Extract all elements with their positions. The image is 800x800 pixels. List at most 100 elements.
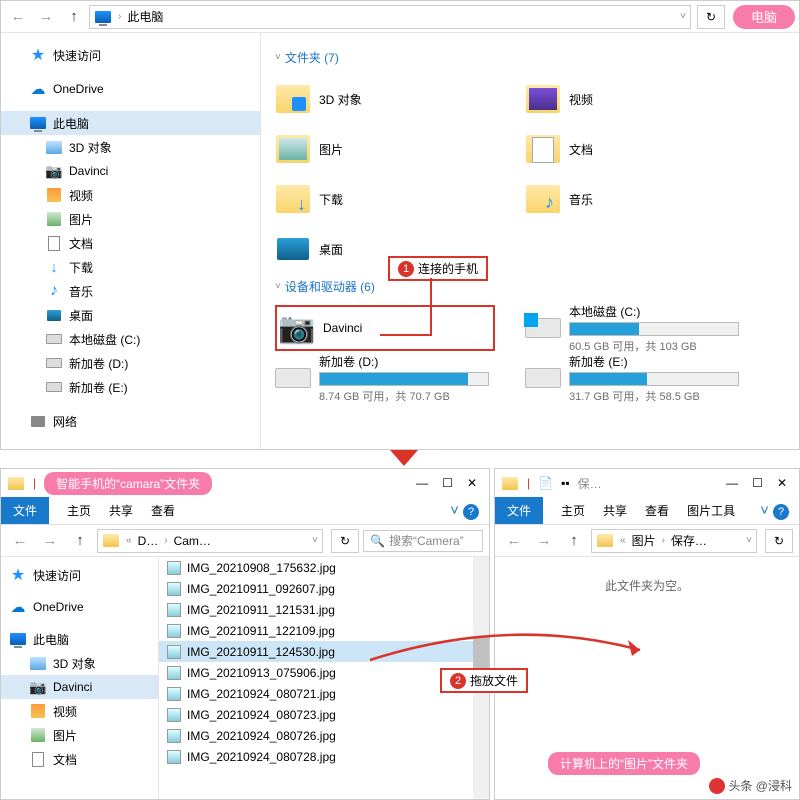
- drive-e[interactable]: 新加卷 (E:)31.7 GB 可用，共 58.5 GB: [525, 355, 745, 401]
- sidebar-desktop[interactable]: 桌面: [1, 303, 260, 327]
- back-button[interactable]: ←: [7, 528, 33, 554]
- path-segment[interactable]: 图片: [632, 532, 656, 549]
- camera-icon: 📷: [278, 311, 315, 346]
- folder-music[interactable]: 音乐: [525, 176, 745, 222]
- tab-view[interactable]: 查看: [151, 502, 175, 519]
- sidebar-3d-objects[interactable]: 3D 对象: [1, 651, 158, 675]
- file-row[interactable]: IMG_20210924_080728.jpg: [159, 746, 489, 767]
- section-folders[interactable]: ˅文件夹 (7): [275, 49, 785, 66]
- up-button[interactable]: ↑: [561, 528, 587, 554]
- image-file-icon: [167, 708, 181, 722]
- sidebar-downloads[interactable]: ↓下载: [1, 255, 260, 279]
- refresh-button[interactable]: ↻: [765, 529, 793, 553]
- up-button[interactable]: ↑: [67, 528, 93, 554]
- cloud-icon: ☁: [9, 598, 27, 616]
- tab-file[interactable]: 文件: [495, 497, 543, 524]
- forward-button[interactable]: →: [531, 528, 557, 554]
- help-icon[interactable]: ?: [463, 504, 479, 520]
- up-button[interactable]: ↑: [61, 4, 87, 30]
- folder-videos[interactable]: 视频: [525, 76, 745, 122]
- sidebar-drive-c[interactable]: 本地磁盘 (C:): [1, 327, 260, 351]
- help-icon[interactable]: ?: [773, 504, 789, 520]
- path-segment[interactable]: Cam…: [174, 534, 211, 548]
- search-input[interactable]: 🔍搜索“Camera”: [363, 530, 483, 552]
- tab-home[interactable]: 主页: [561, 502, 585, 519]
- tab-view[interactable]: 查看: [645, 502, 669, 519]
- path-box[interactable]: « 图片› 保存… ˅: [591, 529, 757, 553]
- path-segment[interactable]: D…: [138, 534, 159, 548]
- sidebar-network[interactable]: 网络: [1, 409, 260, 433]
- maximize-button[interactable]: ☐: [442, 476, 453, 490]
- annotation-camera-folder: 智能手机的“camara”文件夹: [44, 472, 212, 495]
- sidebar-quick-access[interactable]: ★快速访问: [1, 43, 260, 67]
- minimize-button[interactable]: —: [726, 476, 738, 490]
- image-file-icon: [167, 645, 181, 659]
- ribbon: 文件 主页 共享 查看 图片工具 ˅ ?: [495, 497, 799, 525]
- sidebar-documents[interactable]: 文档: [1, 231, 260, 255]
- image-file-icon: [167, 603, 181, 617]
- sidebar-item-label: 网络: [53, 413, 77, 430]
- refresh-button[interactable]: ↻: [331, 529, 359, 553]
- sidebar-item-label: 文档: [69, 235, 93, 252]
- folder-3d-objects[interactable]: 3D 对象: [275, 76, 495, 122]
- path-box[interactable]: « D…› Cam… ˅: [97, 529, 323, 553]
- file-row[interactable]: IMG_20210911_121531.jpg: [159, 599, 489, 620]
- sidebar-item-label: 快速访问: [33, 567, 81, 584]
- folder-downloads[interactable]: 下载: [275, 176, 495, 222]
- forward-button[interactable]: →: [33, 4, 59, 30]
- file-row[interactable]: IMG_20210911_122109.jpg: [159, 620, 489, 641]
- minimize-button[interactable]: —: [416, 476, 428, 490]
- sidebar-pictures[interactable]: 图片: [1, 207, 260, 231]
- sidebar-davinci[interactable]: 📷Davinci: [1, 159, 260, 183]
- file-row[interactable]: IMG_20210911_124530.jpg: [159, 641, 489, 662]
- sidebar-this-pc[interactable]: 此电脑: [1, 627, 158, 651]
- folder-pictures[interactable]: 图片: [275, 126, 495, 172]
- sidebar-this-pc[interactable]: 此电脑: [1, 111, 260, 135]
- forward-button[interactable]: →: [37, 528, 63, 554]
- save-icon[interactable]: 📄: [538, 476, 553, 490]
- tab-share[interactable]: 共享: [603, 502, 627, 519]
- breadcrumb[interactable]: 此电脑: [127, 8, 163, 25]
- sidebar-videos[interactable]: 视频: [1, 699, 158, 723]
- explorer-top: ← → ↑ › 此电脑 ˅ ↻ 电脑 ★快速访问 ☁OneDrive 此电脑 3…: [0, 0, 800, 450]
- sidebar-3d-objects[interactable]: 3D 对象: [1, 135, 260, 159]
- file-row[interactable]: IMG_20210924_080726.jpg: [159, 725, 489, 746]
- file-row[interactable]: IMG_20210908_175632.jpg: [159, 557, 489, 578]
- drive-d[interactable]: 新加卷 (D:)8.74 GB 可用，共 70.7 GB: [275, 355, 495, 401]
- sidebar-onedrive[interactable]: ☁OneDrive: [1, 77, 260, 101]
- sidebar-documents[interactable]: 文档: [1, 747, 158, 771]
- sidebar-music[interactable]: ♪音乐: [1, 279, 260, 303]
- file-name: IMG_20210913_075906.jpg: [187, 666, 336, 680]
- maximize-button[interactable]: ☐: [752, 476, 763, 490]
- close-button[interactable]: ✕: [777, 476, 787, 490]
- drive-icon: [45, 354, 63, 372]
- chevron-down-icon[interactable]: ˅: [680, 11, 686, 22]
- refresh-button[interactable]: ↻: [697, 5, 725, 29]
- device-davinci[interactable]: 📷Davinci: [275, 305, 495, 351]
- path-box[interactable]: › 此电脑 ˅: [89, 5, 691, 29]
- ribbon-expand[interactable]: ˅ ?: [450, 502, 479, 520]
- drive-c[interactable]: 本地磁盘 (C:)60.5 GB 可用，共 103 GB: [525, 305, 745, 351]
- section-devices[interactable]: ˅设备和驱动器 (6): [275, 278, 785, 295]
- back-button[interactable]: ←: [501, 528, 527, 554]
- file-row[interactable]: IMG_20210924_080723.jpg: [159, 704, 489, 725]
- file-row[interactable]: IMG_20210911_092607.jpg: [159, 578, 489, 599]
- sidebar-drive-e[interactable]: 新加卷 (E:): [1, 375, 260, 399]
- ribbon-expand[interactable]: ˅ ?: [760, 502, 789, 520]
- close-button[interactable]: ✕: [467, 476, 477, 490]
- drive-icon: [275, 368, 311, 388]
- back-button[interactable]: ←: [5, 4, 31, 30]
- sidebar-davinci[interactable]: 📷Davinci: [1, 675, 158, 699]
- sidebar-item-label: 文档: [53, 751, 77, 768]
- sidebar-onedrive[interactable]: ☁OneDrive: [1, 595, 158, 619]
- path-segment[interactable]: 保存…: [671, 532, 707, 549]
- tab-file[interactable]: 文件: [1, 497, 49, 524]
- sidebar-drive-d[interactable]: 新加卷 (D:): [1, 351, 260, 375]
- folder-documents[interactable]: 文档: [525, 126, 745, 172]
- sidebar-quick-access[interactable]: ★快速访问: [1, 563, 158, 587]
- tab-home[interactable]: 主页: [67, 502, 91, 519]
- tab-picture-tools[interactable]: 图片工具: [687, 502, 735, 519]
- sidebar-pictures[interactable]: 图片: [1, 723, 158, 747]
- tab-share[interactable]: 共享: [109, 502, 133, 519]
- sidebar-videos[interactable]: 视频: [1, 183, 260, 207]
